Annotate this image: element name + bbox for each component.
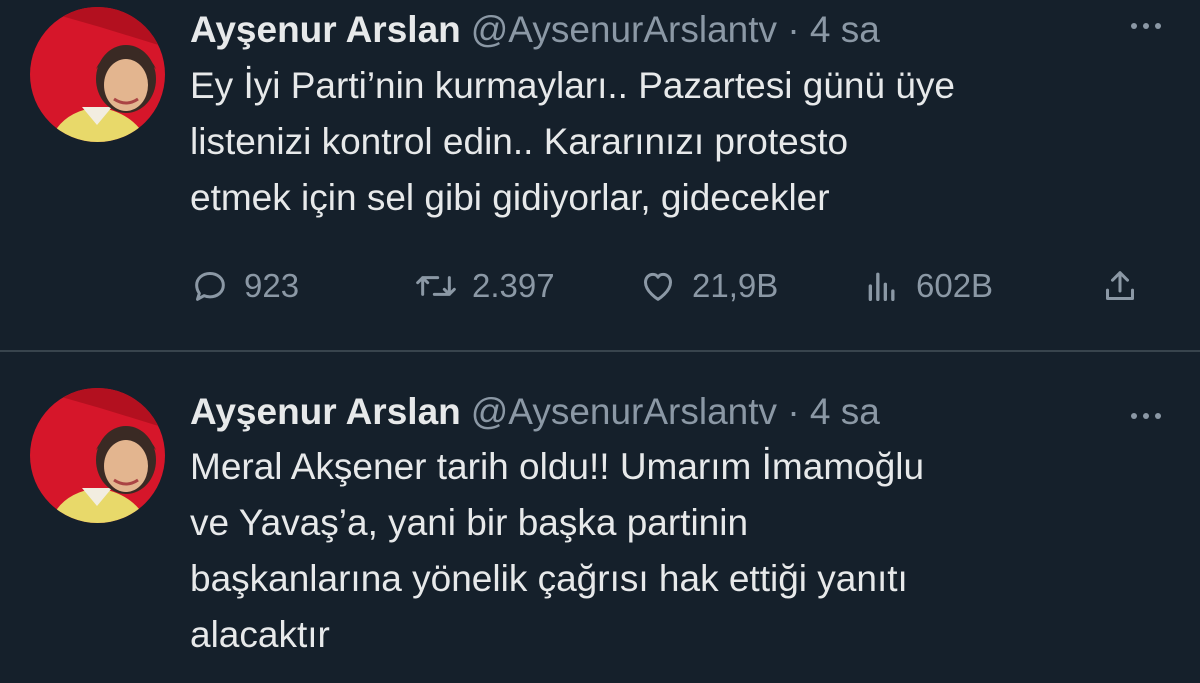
retweet-icon — [416, 276, 456, 296]
tweet-text-line: alacaktır — [190, 614, 330, 655]
avatar[interactable] — [30, 7, 165, 142]
tweet-text: Meral Akşener tarih oldu!! Umarım İmamoğ… — [190, 439, 1170, 663]
reply-count: 923 — [244, 267, 300, 304]
more-dots-icon[interactable] — [1130, 396, 1162, 426]
tweet-header: Ayşenur Arslan @AysenurArslantv · 4 sa — [190, 8, 1190, 52]
share-button[interactable] — [1100, 262, 1154, 310]
views-button[interactable]: 602B — [862, 262, 993, 310]
views-count: 602B — [916, 267, 994, 304]
share-upload-icon — [1106, 271, 1134, 300]
avatar[interactable] — [30, 388, 165, 523]
tweet-text-line: Ey İyi Parti’nin kurmayları.. Pazartesi … — [190, 65, 955, 106]
separator-dot: · — [787, 9, 800, 50]
like-button[interactable]: 21,9B — [638, 262, 778, 310]
more-dots-icon[interactable] — [1130, 6, 1162, 36]
views-bar-chart-icon — [868, 272, 895, 301]
reply-button[interactable]: 923 — [190, 262, 299, 310]
separator-dot: · — [787, 391, 800, 432]
tweet-actions: 923 2.397 21,9B 602B — [190, 262, 1150, 310]
timestamp[interactable]: 4 sa — [810, 391, 880, 432]
tweet-text-line: etmek için sel gibi gidiyorlar, gidecekl… — [190, 177, 830, 218]
tweet-header: Ayşenur Arslan @AysenurArslantv · 4 sa — [190, 390, 1190, 434]
like-count: 21,9B — [692, 267, 779, 304]
avatar-photo — [30, 388, 165, 523]
tweet[interactable]: Ayşenur Arslan @AysenurArslantv · 4 sa Me… — [0, 352, 1200, 683]
author-name[interactable]: Ayşenur Arslan — [190, 391, 461, 432]
retweet-button[interactable]: 2.397 — [414, 262, 555, 310]
tweet[interactable]: Ayşenur Arslan @AysenurArslantv · 4 sa Ey… — [0, 0, 1200, 350]
tweet-text-line: ve Yavaş’a, yani bir başka partinin — [190, 502, 749, 543]
author-name[interactable]: Ayşenur Arslan — [190, 9, 461, 50]
author-handle[interactable]: @AysenurArslantv — [471, 391, 777, 432]
author-handle[interactable]: @AysenurArslantv — [471, 9, 777, 50]
tweet-text-line: Meral Akşener tarih oldu!! Umarım İmamoğ… — [190, 446, 925, 487]
heart-icon — [644, 272, 672, 301]
timestamp[interactable]: 4 sa — [810, 9, 880, 50]
avatar-photo — [30, 7, 165, 142]
reply-bubble-icon — [195, 272, 225, 301]
tweet-text-line: listenizi kontrol edin.. Kararınızı prot… — [190, 121, 849, 162]
tweet-text-line: başkanlarına yönelik çağrısı hak ettiği … — [190, 558, 908, 599]
retweet-count: 2.397 — [472, 267, 555, 304]
tweet-text: Ey İyi Parti’nin kurmayları.. Pazartesi … — [190, 58, 1170, 226]
